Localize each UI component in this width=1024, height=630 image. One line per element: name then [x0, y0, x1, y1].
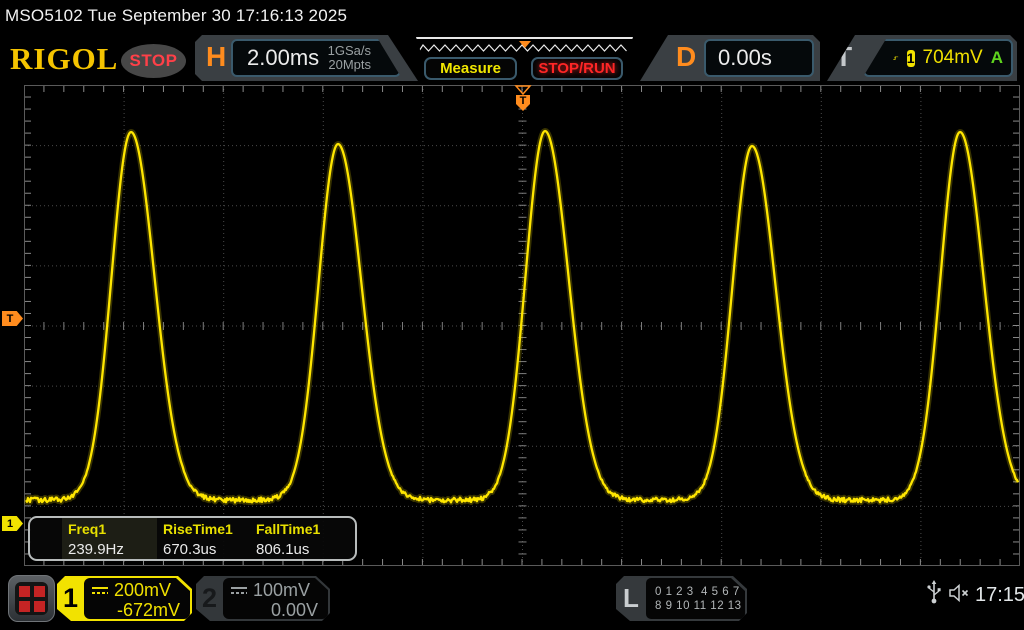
oscilloscope-screen: MSO5102 Tue September 30 17:16:13 2025 R…	[0, 0, 1024, 630]
run-state-indicator: STOP	[121, 44, 186, 78]
horizontal-settings-box[interactable]: H 2.00ms 1GSa/s 20Mpts	[195, 35, 418, 81]
logic-channels-row2: 8 9 10 11 12 13 14 15	[655, 599, 777, 612]
memory-waveform-preview[interactable]	[416, 37, 633, 56]
channel1-offset: -672mV	[116, 600, 180, 620]
sample-rate: 1GSa/s	[327, 43, 371, 58]
preview-trigger-marker[interactable]	[518, 41, 531, 48]
measurement-label: RiseTime1	[163, 521, 233, 537]
delay-label: D	[676, 41, 697, 72]
channel1-number: 1	[62, 583, 79, 613]
sample-rate-memdepth: 1GSa/s 20Mpts	[328, 44, 371, 72]
trigger-position-marker[interactable]: T	[514, 85, 532, 112]
channel2-number: 2	[201, 583, 218, 613]
measurement-results-popup[interactable]: Freq1 239.9Hz RiseTime1 670.3us FallTime…	[28, 516, 357, 561]
trigger-level-marker[interactable]: T	[2, 311, 23, 326]
horizontal-label: H	[206, 41, 227, 72]
measurement-freq1[interactable]: Freq1 239.9Hz	[68, 521, 124, 558]
clock: 17:15	[975, 584, 1024, 606]
channel1-scale: 200mV	[114, 580, 172, 600]
measurement-value: 239.9Hz	[68, 541, 124, 558]
delay-box[interactable]: 0.00s	[704, 39, 814, 77]
channel1-panel: 200mV -672mV	[84, 578, 190, 619]
speaker-muted-icon	[949, 583, 969, 603]
trigger-level-value: 704mV	[922, 47, 983, 68]
trigger-sweep-mode: A	[990, 48, 1003, 67]
trigger-source-badge: 1	[906, 49, 915, 67]
ch1-ground-marker[interactable]: 1	[2, 516, 23, 531]
menu-grid-icon	[15, 582, 48, 615]
logic-channels-row1: 0 1 2 3 4 5 6 7	[655, 585, 740, 598]
measurement-value: 806.1us	[256, 541, 310, 558]
measurement-value: 670.3us	[163, 541, 217, 558]
memory-depth: 20Mpts	[328, 57, 371, 72]
logic-label: L	[623, 583, 639, 613]
logic-channels-panel: 0 1 2 3 4 5 6 7 8 9 10 11 12 13 14 15	[646, 578, 745, 619]
channel2-scale: 100mV	[253, 580, 311, 600]
rising-edge-icon	[893, 56, 899, 61]
bottom-bar: 1 200mV -672mV 2 100mV 0.00V L 0 1 2 3 4…	[0, 570, 1024, 630]
ch1-ground-letter: 1	[6, 517, 14, 530]
header-bar: RIGOL STOP H 2.00ms 1GSa/s 20Mpts Measur…	[0, 33, 1024, 83]
rigol-logo: RIGOL	[10, 41, 119, 76]
dc-coupling-icon	[92, 587, 108, 594]
timebase-value: 2.00ms	[247, 45, 320, 70]
delay-value: 0.00s	[718, 45, 772, 70]
graticule-and-trace	[23, 85, 1021, 567]
status-bar: MSO5102 Tue September 30 17:16:13 2025	[0, 0, 1024, 33]
measurement-label: FallTime1	[256, 521, 321, 537]
stop-run-button[interactable]: STOP/RUN	[531, 57, 623, 80]
run-state-label: STOP	[129, 51, 178, 70]
trigger-position-letter: T	[520, 95, 527, 107]
measurement-label: Freq1	[68, 521, 107, 537]
usb-icon	[927, 580, 941, 604]
trigger-label: T	[835, 41, 853, 72]
delay-settings-box[interactable]: D 0.00s	[640, 35, 820, 81]
waveform-display[interactable]	[23, 85, 1021, 567]
trigger-settings-box[interactable]: T 1 704mV A	[827, 35, 1017, 81]
measurement-falltime1[interactable]: FallTime1 806.1us	[256, 521, 320, 558]
timebase-box[interactable]: 2.00ms 1GSa/s 20Mpts	[231, 39, 401, 77]
channel1-tab[interactable]: 1 200mV -672mV	[57, 576, 192, 621]
logic-analyzer-tab[interactable]: L 0 1 2 3 4 5 6 7 8 9 10 11 12 13 14 15	[616, 576, 747, 621]
measure-button[interactable]: Measure	[424, 57, 517, 80]
channel2-panel: 100mV 0.00V	[223, 578, 328, 619]
model-and-datetime: MSO5102 Tue September 30 17:16:13 2025	[5, 6, 348, 25]
trigger-box[interactable]: 1 704mV A	[863, 39, 1013, 77]
channel2-offset: 0.00V	[270, 600, 318, 620]
function-menu-button[interactable]	[8, 575, 55, 622]
trigger-level-letter: T	[6, 312, 14, 325]
channel2-tab[interactable]: 2 100mV 0.00V	[196, 576, 330, 621]
dc-coupling-icon	[231, 587, 247, 594]
measurement-risetime1[interactable]: RiseTime1 670.3us	[163, 521, 233, 558]
